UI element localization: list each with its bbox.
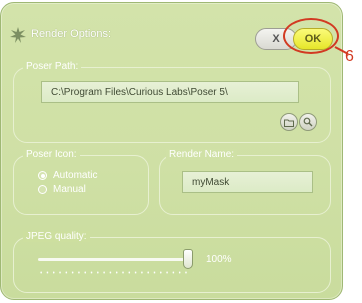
radio-manual[interactable]: Manual bbox=[38, 184, 86, 195]
jpeg-quality-group bbox=[13, 237, 331, 293]
ok-highlight-ring bbox=[283, 18, 339, 54]
poser-path-value: C:\Program Files\Curious Labs\Poser 5\ bbox=[51, 86, 228, 98]
callout-number: 6 bbox=[345, 48, 354, 65]
search-path-button[interactable] bbox=[299, 113, 317, 131]
render-name-value: myMask bbox=[192, 176, 230, 188]
radio-manual-label: Manual bbox=[53, 184, 86, 195]
app-icon bbox=[10, 27, 26, 43]
search-icon bbox=[303, 117, 313, 127]
browse-folder-button[interactable] bbox=[280, 113, 298, 131]
radio-automatic-indicator[interactable] bbox=[38, 171, 47, 180]
dialog-title: Render Options: bbox=[31, 28, 112, 40]
jpeg-quality-label: JPEG quality: bbox=[23, 231, 90, 242]
radio-manual-indicator[interactable] bbox=[38, 185, 47, 194]
jpeg-quality-slider-thumb[interactable] bbox=[183, 249, 193, 269]
poser-icon-label: Poser Icon: bbox=[23, 149, 80, 160]
close-button-label: X bbox=[272, 33, 280, 45]
render-name-label: Render Name: bbox=[166, 149, 238, 160]
jpeg-quality-value: 100% bbox=[206, 254, 232, 265]
title-bar[interactable]: Render Options: bbox=[9, 25, 229, 49]
jpeg-quality-slider-ticks bbox=[38, 270, 190, 275]
folder-icon bbox=[284, 119, 294, 127]
radio-automatic-label: Automatic bbox=[53, 170, 98, 181]
jpeg-quality-slider-track[interactable] bbox=[38, 258, 190, 261]
render-name-field[interactable]: myMask bbox=[182, 171, 313, 193]
poser-path-label: Poser Path: bbox=[23, 61, 82, 72]
poser-path-group bbox=[13, 67, 331, 143]
poser-path-field[interactable]: C:\Program Files\Curious Labs\Poser 5\ bbox=[41, 81, 299, 103]
radio-automatic[interactable]: Automatic bbox=[38, 170, 97, 181]
